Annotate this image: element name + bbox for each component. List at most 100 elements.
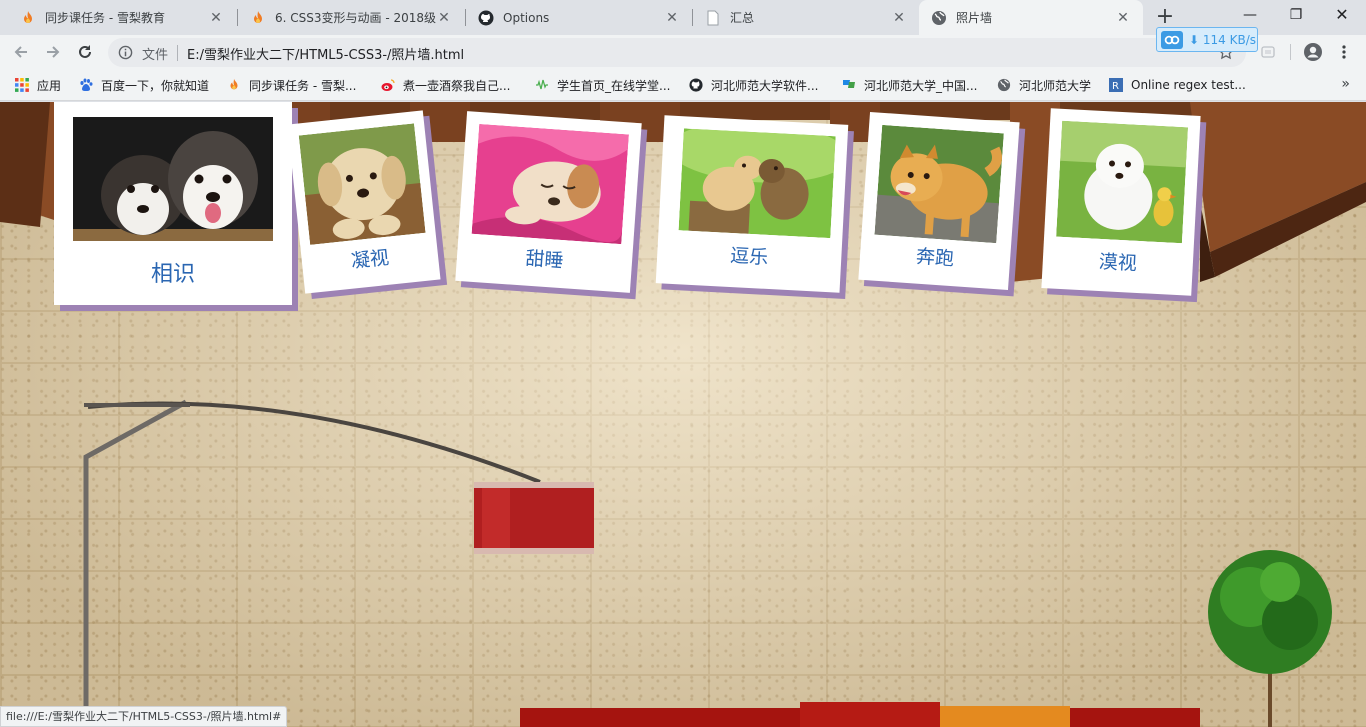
bookmark-hebnu[interactable]: 河北师范大学 (997, 76, 1091, 94)
bookmark-label: 学生首页_在线学堂... (557, 78, 671, 93)
page-icon (707, 10, 719, 25)
bookmark-hebnu-china[interactable]: 河北师范大学_中国... (842, 76, 977, 94)
tab-close-icon[interactable]: ✕ (208, 10, 224, 26)
omnibox-divider (177, 45, 178, 61)
bookmark-hebnu-software[interactable]: 河北师范大学软件... (689, 76, 818, 94)
github-icon (478, 10, 494, 25)
photo-caption: 奔跑 (915, 245, 955, 271)
sofa (520, 702, 1200, 727)
photo-caption: 凝视 (350, 246, 391, 273)
arrow-right-icon (47, 46, 60, 58)
profile-avatar-icon[interactable] (1303, 42, 1323, 62)
photo-caption: 相识 (150, 262, 195, 287)
photo-image (1056, 120, 1188, 244)
photo-image (298, 123, 426, 245)
husky-puppies-image (73, 117, 273, 241)
flame-icon (230, 78, 238, 90)
photo-image (874, 124, 1004, 244)
tab-close-icon[interactable]: ✕ (1115, 10, 1131, 26)
potted-plant (1208, 550, 1332, 727)
tab-sync-course[interactable]: 同步课任务 - 雪梨教育 ✕ (8, 0, 236, 35)
photo-card-2[interactable]: 凝视 (287, 110, 441, 294)
forward-button[interactable] (40, 39, 66, 65)
tab-title: 同步课任务 - 雪梨教育 (45, 11, 165, 25)
bookmark-sync-course[interactable]: 同步课任务 - 雪梨... (227, 76, 356, 94)
flame-icon (24, 10, 32, 23)
tab-title: 汇总 (730, 11, 755, 25)
regex-r-icon: R (1109, 78, 1123, 92)
labrador-puppy-image (298, 123, 426, 245)
url-text[interactable]: E:/雪梨作业大二下/HTML5-CSS3-/照片墙.html (187, 44, 464, 63)
bookmark-label: Online regex test... (1131, 78, 1246, 92)
photo-image (471, 123, 629, 245)
sleeping-puppy-image (471, 123, 629, 245)
apps-grid-icon (15, 78, 29, 92)
bookmarks-bar: 应用 百度一下，你就知道 同步课任务 - 雪梨... 煮一壶酒祭我自己... 学… (0, 69, 1366, 101)
flame-icon (254, 10, 262, 23)
bookmark-label: 百度一下，你就知道 (101, 78, 210, 93)
page-viewport: 相识 凝视 甜睡 逗乐 奔跑 漠视 (0, 102, 1366, 727)
download-speed-value: 114 KB/s (1202, 32, 1256, 47)
download-speed-text: ⬇ 114 KB/s (1189, 32, 1256, 47)
tab-title: Options (503, 10, 550, 25)
bookmark-label: 河北师范大学软件... (711, 78, 819, 93)
photo-image (678, 128, 836, 239)
bookmark-weibo[interactable]: 煮一壶酒祭我自己... (381, 76, 510, 94)
bookmark-label: 河北师范大学_中国... (864, 78, 978, 93)
tab-close-icon[interactable]: ✕ (436, 10, 452, 26)
bookmark-baidu[interactable]: 百度一下，你就知道 (79, 76, 209, 94)
photo-card-1[interactable]: 相识 (54, 102, 292, 305)
address-bar[interactable]: 文件 E:/雪梨作业大二下/HTML5-CSS3-/照片墙.html (108, 38, 1246, 67)
toolbar-divider (1290, 44, 1291, 60)
reload-button[interactable] (72, 39, 98, 65)
reload-icon (79, 45, 91, 58)
site-info-chip[interactable]: 文件 (142, 44, 168, 63)
bookmark-label: 同步课任务 - 雪梨... (249, 78, 357, 93)
github-icon (689, 78, 703, 92)
photo-card-4[interactable]: 逗乐 (655, 115, 849, 293)
bookmark-label: 应用 (37, 78, 62, 93)
svg-text:R: R (1112, 81, 1119, 92)
photo-image (73, 117, 273, 241)
photo-caption: 甜睡 (524, 247, 565, 273)
flag-icon (843, 80, 855, 88)
bookmark-apps[interactable]: 应用 (15, 76, 61, 94)
cloud-download-icon (1161, 30, 1183, 49)
photo-caption: 逗乐 (729, 244, 769, 269)
download-speed-badge[interactable]: ⬇ 114 KB/s (1156, 27, 1258, 52)
globe-icon (997, 78, 1011, 92)
close-window-button[interactable]: ✕ (1319, 0, 1365, 30)
minimize-button[interactable]: — (1227, 0, 1273, 30)
photo-card-3[interactable]: 甜睡 (455, 111, 642, 293)
status-bar-url: file:///E:/雪梨作业大二下/HTML5-CSS3-/照片墙.html# (0, 706, 288, 727)
tab-close-icon[interactable]: ✕ (664, 10, 680, 26)
tab-summary[interactable]: 汇总 ✕ (693, 0, 919, 35)
tab-css3-animation[interactable]: 6. CSS3变形与动画 - 2018级H ✕ (238, 0, 464, 35)
extension-icon[interactable] (1260, 44, 1276, 60)
white-puppy-duckling-image (1056, 120, 1188, 244)
bookmark-student-home[interactable]: 学生首页_在线学堂... (535, 76, 670, 94)
playing-puppies-image (678, 128, 836, 239)
kebab-menu-icon[interactable] (1336, 44, 1352, 60)
running-shiba-image (874, 124, 1004, 244)
back-button[interactable] (8, 39, 34, 65)
tab-options[interactable]: Options ✕ (466, 0, 692, 35)
bookmark-regex-test[interactable]: R Online regex test... (1109, 76, 1246, 94)
arrow-left-icon (14, 46, 27, 58)
weibo-icon (381, 79, 395, 91)
globe-icon (932, 10, 946, 25)
tab-title: 照片墙 (956, 11, 993, 25)
bookmark-label: 河北师范大学 (1019, 78, 1092, 93)
photo-caption: 漠视 (1098, 250, 1138, 275)
bookmark-label: 煮一壶酒祭我自己... (403, 78, 511, 93)
tab-photo-wall[interactable]: 照片墙 ✕ (919, 0, 1143, 35)
photo-card-6[interactable]: 漠视 (1041, 108, 1201, 296)
restore-button[interactable]: ❐ (1273, 0, 1319, 30)
info-icon[interactable] (118, 45, 133, 60)
tab-close-icon[interactable]: ✕ (891, 10, 907, 26)
bookmarks-overflow-button[interactable]: » (1341, 76, 1350, 92)
tab-title: 6. CSS3变形与动画 - 2018级H (275, 11, 436, 25)
baidu-paw-icon (80, 78, 93, 91)
photo-card-5[interactable]: 奔跑 (858, 111, 1020, 291)
waveform-icon (536, 79, 548, 90)
